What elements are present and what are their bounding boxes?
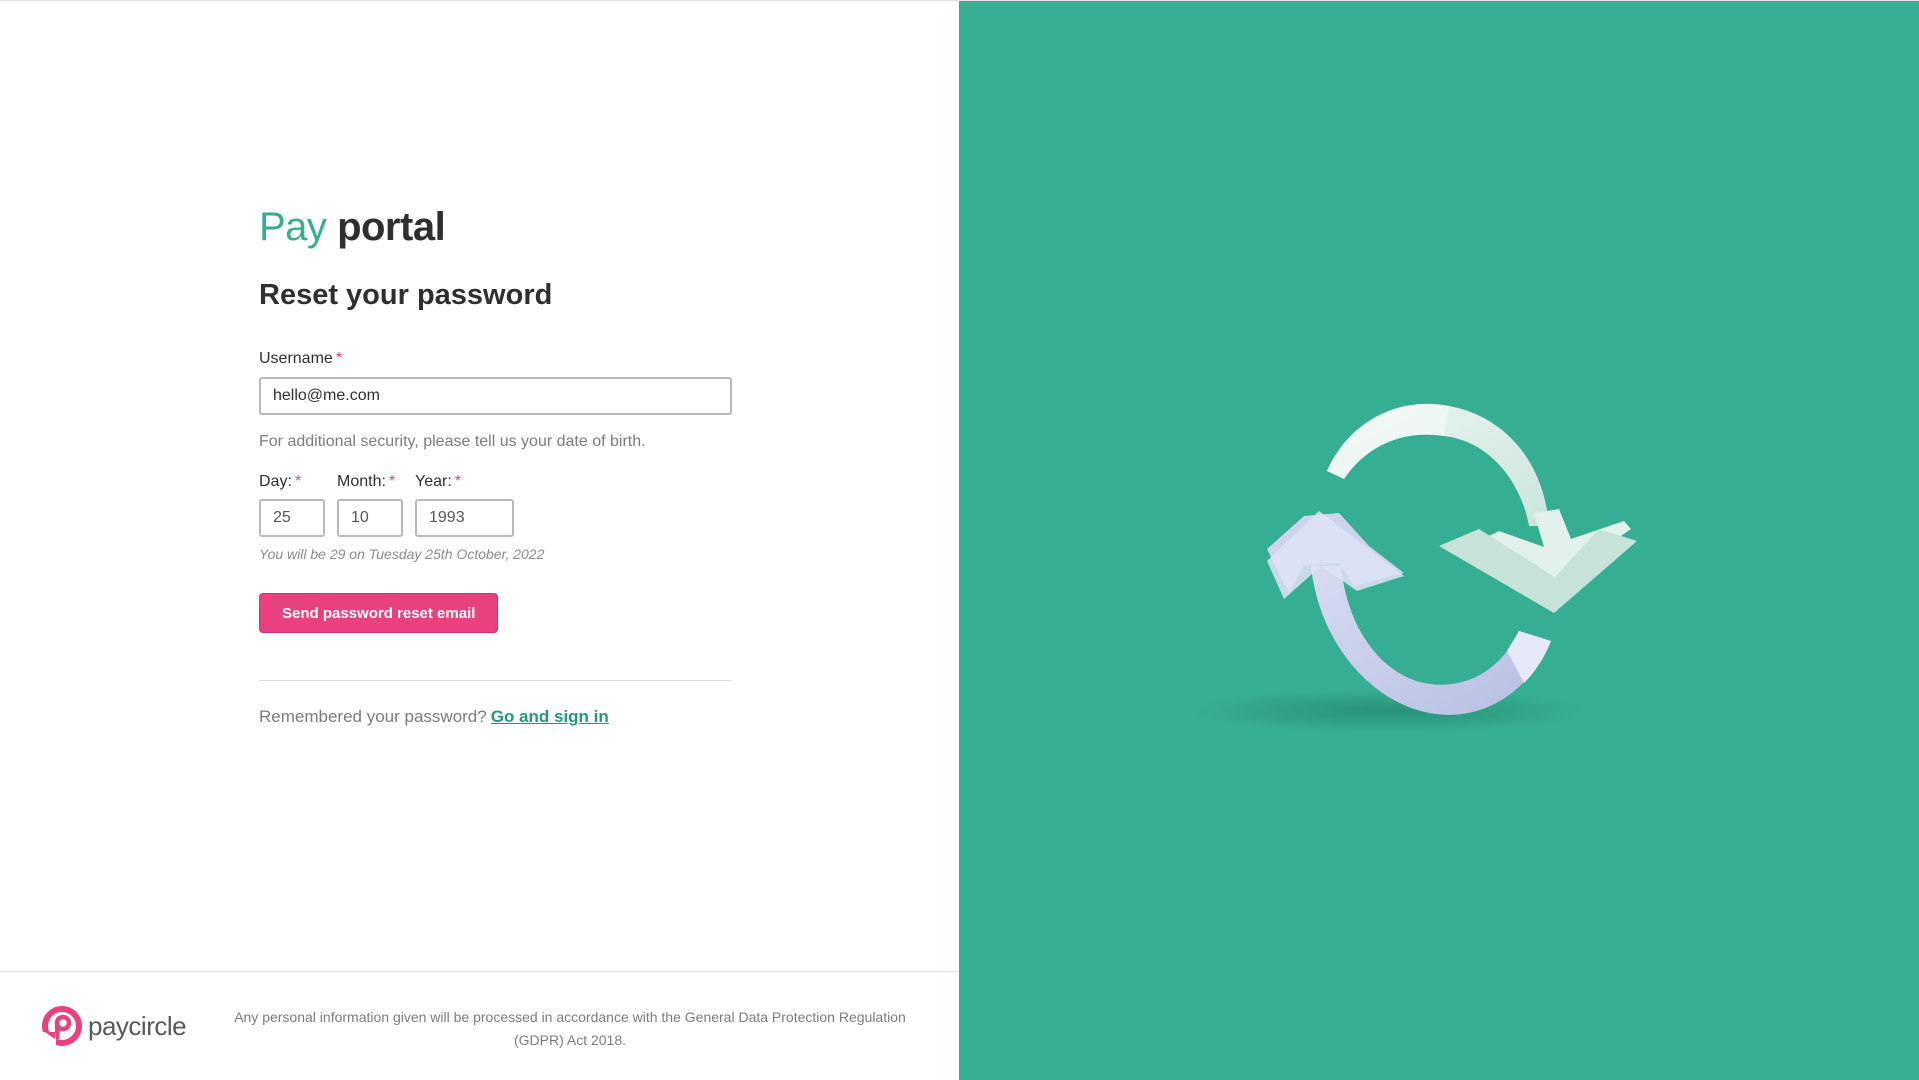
- brand-title: Pay portal: [259, 201, 732, 253]
- username-input[interactable]: [259, 377, 732, 415]
- required-marker: *: [335, 350, 343, 367]
- signin-prompt-text: Remembered your password?: [259, 707, 487, 726]
- brand-title-accent: Pay: [259, 205, 327, 249]
- dob-day-field: Day: *: [259, 472, 325, 537]
- paycircle-logo: paycircle: [42, 1006, 187, 1046]
- month-input[interactable]: [337, 499, 403, 537]
- age-note: You will be 29 on Tuesday 25th October, …: [259, 546, 545, 562]
- divider: [259, 680, 732, 681]
- illustration-panel: [959, 1, 1919, 1080]
- reset-password-page: Pay portal Reset your password Username *…: [0, 0, 1919, 1080]
- send-reset-email-button[interactable]: Send password reset email: [259, 593, 499, 633]
- dob-month-field: Month: *: [337, 472, 403, 537]
- day-input[interactable]: [259, 499, 325, 537]
- dob-hint: For additional security, please tell us …: [259, 433, 646, 450]
- logo-wordmark: paycircle: [88, 1010, 187, 1041]
- dob-fields: Day:* Month:* Year:*: [259, 472, 732, 537]
- required-marker: *: [388, 473, 396, 490]
- footer: paycircle Any personal information given…: [0, 971, 959, 1080]
- paycircle-logo-icon: [42, 1006, 82, 1046]
- refresh-arrows-icon: [1189, 403, 1637, 733]
- gdpr-notice: Any personal information given will be p…: [234, 1009, 906, 1048]
- day-label-text: Day:: [259, 473, 292, 490]
- year-label: Year: *: [415, 472, 514, 492]
- day-label: Day: *: [259, 472, 325, 492]
- month-label-text: Month:: [337, 473, 386, 490]
- sign-in-link[interactable]: Go and sign in: [491, 707, 609, 726]
- page-title: Reset your password: [259, 279, 553, 311]
- dob-year-field: Year: *: [415, 472, 514, 537]
- signin-prompt: Remembered your password? Go and sign in: [259, 706, 732, 728]
- required-marker: *: [294, 473, 302, 490]
- year-label-text: Year:: [415, 473, 452, 490]
- month-label: Month: *: [337, 472, 403, 492]
- username-label: Username *: [259, 349, 732, 369]
- username-label-text: Username: [259, 350, 333, 367]
- form-panel: Pay portal Reset your password Username *…: [0, 1, 959, 1080]
- year-input[interactable]: [415, 499, 514, 537]
- reset-password-form: Pay portal Reset your password Username *…: [259, 201, 732, 728]
- required-marker: *: [454, 473, 462, 490]
- brand-title-rest: portal: [337, 205, 446, 249]
